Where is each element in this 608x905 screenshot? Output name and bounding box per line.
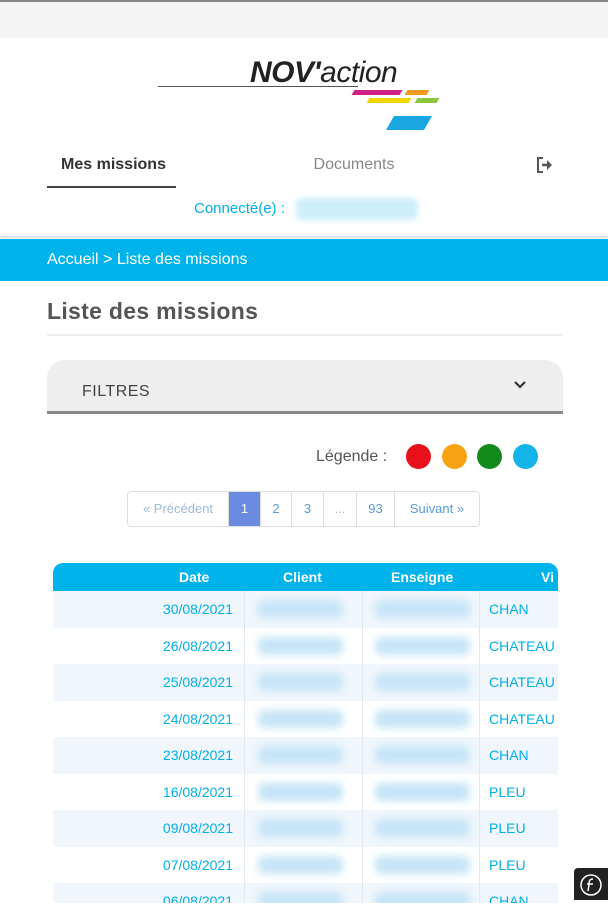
- cell-ville[interactable]: PLEU: [489, 784, 558, 800]
- missions-table: Date Client Enseigne Vi 30/08/2021 CHAN 26…: [53, 563, 558, 903]
- connected-user-redacted: [296, 198, 418, 220]
- logo-stripe-magenta: [351, 90, 403, 95]
- cell-date[interactable]: 26/08/2021: [133, 638, 233, 654]
- table-row[interactable]: 23/08/2021 CHAN: [53, 737, 558, 774]
- table-header: Date Client Enseigne Vi: [53, 563, 558, 591]
- cell-ville[interactable]: CHAN: [489, 893, 558, 903]
- cell-enseigne-redacted: [375, 892, 470, 903]
- novaction-logo[interactable]: NOV'action: [158, 56, 448, 136]
- cell-ville[interactable]: CHATEAU: [489, 711, 558, 727]
- cell-date[interactable]: 07/08/2021: [133, 857, 233, 873]
- cell-enseigne-redacted: [375, 855, 470, 874]
- cell-enseigne-redacted: [375, 600, 470, 618]
- filters-panel[interactable]: FILTRES: [47, 360, 563, 414]
- cell-enseigne-redacted: [375, 782, 470, 801]
- main-nav: Mes missions Documents: [0, 150, 608, 190]
- cell-client-redacted: [258, 819, 343, 837]
- cell-client-redacted: [258, 600, 343, 618]
- table-row[interactable]: 09/08/2021 PLEU: [53, 810, 558, 847]
- cell-client-redacted: [258, 782, 343, 801]
- logo-stripe-blue: [385, 116, 433, 130]
- cell-client-redacted: [258, 746, 343, 764]
- table-row[interactable]: 25/08/2021 CHATEAU: [53, 664, 558, 701]
- column-header-date[interactable]: Date: [179, 569, 209, 585]
- cell-date[interactable]: 09/08/2021: [133, 820, 233, 836]
- cell-date[interactable]: 23/08/2021: [133, 747, 233, 763]
- column-divider: [244, 591, 245, 903]
- cell-enseigne-redacted: [375, 709, 470, 728]
- cell-client-redacted: [258, 892, 343, 903]
- cell-ville[interactable]: CHATEAU: [489, 674, 558, 690]
- table-row[interactable]: 07/08/2021 PLEU: [53, 846, 558, 884]
- cell-client-redacted: [258, 636, 343, 655]
- pagination-page-3[interactable]: 3: [292, 492, 324, 526]
- legend-dot-green: [477, 444, 502, 469]
- cell-date[interactable]: 16/08/2021: [133, 784, 233, 800]
- column-divider: [479, 591, 480, 903]
- tab-documents[interactable]: Documents: [296, 154, 412, 176]
- logo-stripe-orange: [404, 90, 430, 95]
- cell-client-redacted: [258, 855, 343, 874]
- logo-stripe-yellow: [366, 98, 412, 103]
- table-row[interactable]: 06/08/2021 CHAN: [53, 883, 558, 903]
- breadcrumb[interactable]: Accueil > Liste des missions: [0, 239, 608, 281]
- cell-client-redacted: [258, 673, 343, 691]
- cell-client-redacted: [258, 709, 343, 728]
- tab-mes-missions[interactable]: Mes missions: [47, 154, 176, 188]
- cell-ville[interactable]: PLEU: [489, 820, 558, 836]
- cell-date[interactable]: 24/08/2021: [133, 711, 233, 727]
- table-row[interactable]: 16/08/2021 PLEU: [53, 773, 558, 811]
- legend-label: Légende :: [316, 448, 388, 465]
- debug-toolbar-icon[interactable]: [574, 868, 608, 900]
- column-header-ville[interactable]: Vi: [541, 569, 554, 585]
- table-row[interactable]: 24/08/2021 CHATEAU: [53, 700, 558, 738]
- logo-text: NOV'action: [250, 56, 398, 89]
- chevron-down-icon[interactable]: [512, 377, 528, 393]
- cell-ville[interactable]: CHAN: [489, 747, 558, 763]
- pagination-ellipsis: ...: [324, 492, 357, 526]
- column-divider: [362, 591, 363, 903]
- page-title: Liste des missions: [47, 298, 259, 324]
- cell-date[interactable]: 25/08/2021: [133, 674, 233, 690]
- browser-bar: [0, 2, 608, 38]
- cell-enseigne-redacted: [375, 819, 470, 837]
- filters-label: FILTRES: [82, 383, 151, 400]
- table-row[interactable]: 30/08/2021 CHAN: [53, 591, 558, 628]
- legend-dot-orange: [442, 444, 467, 469]
- cell-enseigne-redacted: [375, 636, 470, 655]
- cell-ville[interactable]: CHATEAU: [489, 638, 558, 654]
- pagination: « Précédent 1 2 3 ... 93 Suivant »: [127, 491, 480, 527]
- cell-date[interactable]: 06/08/2021: [133, 893, 233, 903]
- logo-stripe-green: [414, 98, 440, 103]
- pagination-prev[interactable]: « Précédent: [128, 492, 229, 526]
- pagination-next[interactable]: Suivant »: [395, 492, 479, 526]
- cell-enseigne-redacted: [375, 746, 470, 764]
- pagination-page-2[interactable]: 2: [261, 492, 292, 526]
- pagination-page-1[interactable]: 1: [229, 492, 261, 526]
- cell-ville[interactable]: PLEU: [489, 857, 558, 873]
- site-header: NOV'action Mes missions Documents Connec…: [0, 38, 608, 236]
- pagination-page-93[interactable]: 93: [357, 492, 395, 526]
- cell-date[interactable]: 30/08/2021: [133, 601, 233, 617]
- column-header-client[interactable]: Client: [283, 569, 322, 585]
- title-divider: [47, 334, 563, 336]
- column-header-enseigne[interactable]: Enseigne: [391, 569, 453, 585]
- logout-icon[interactable]: [536, 156, 556, 176]
- legend-dot-blue: [513, 444, 538, 469]
- cell-ville[interactable]: CHAN: [489, 601, 558, 617]
- table-row[interactable]: 26/08/2021 CHATEAU: [53, 627, 558, 665]
- legend-dot-red: [406, 444, 431, 469]
- cell-enseigne-redacted: [375, 673, 470, 691]
- connected-label: Connecté(e) :: [194, 200, 285, 217]
